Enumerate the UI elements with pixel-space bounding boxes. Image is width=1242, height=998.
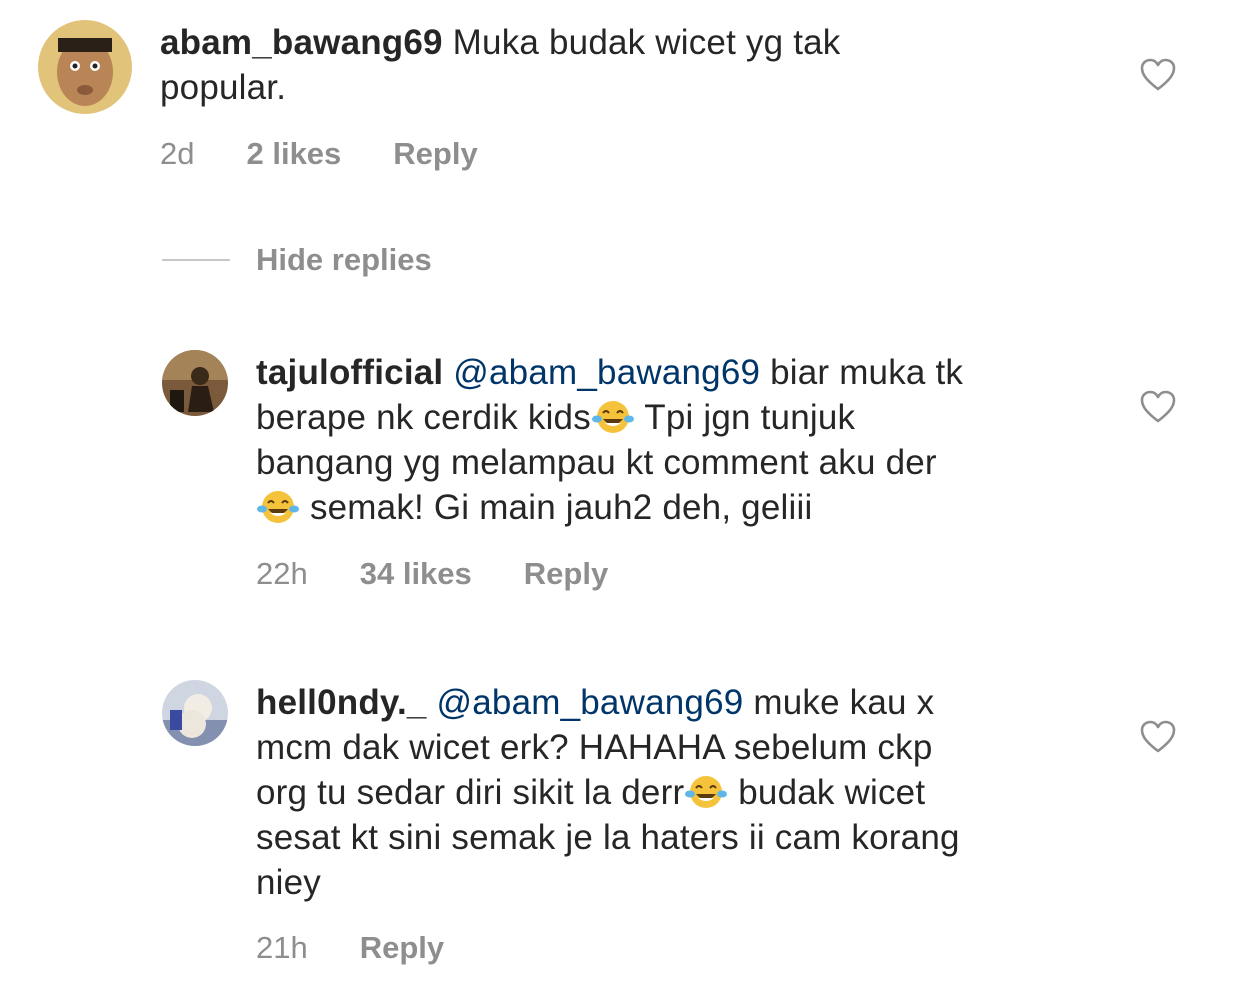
reply-text: budak wicet: [738, 773, 926, 812]
reply-text: sesat kt sini semak je la haters ii cam …: [256, 818, 960, 857]
heart-icon[interactable]: [1140, 720, 1176, 754]
reply-time: 22h: [256, 556, 308, 591]
reply-button[interactable]: Reply: [393, 136, 477, 172]
reply-text: org tu sedar diri sikit la derr: [256, 773, 685, 812]
comment-text-cont: popular.: [160, 68, 287, 107]
reply-text: Tpi jgn tunjuk: [644, 398, 856, 437]
reply-button[interactable]: Reply: [524, 556, 608, 592]
likes-count[interactable]: 34 likes: [360, 556, 472, 592]
mention-link[interactable]: @abam_bawang69: [437, 683, 744, 722]
reply-text: biar muka tk: [770, 353, 964, 392]
reply-button[interactable]: Reply: [360, 930, 444, 966]
mention-link[interactable]: @abam_bawang69: [453, 353, 760, 392]
reply-body: tajulofficial @abam_bawang69 biar muka t…: [256, 350, 1136, 530]
reply-meta: 22h 34 likes Reply: [256, 556, 660, 592]
reply-username[interactable]: hell0ndy._: [256, 683, 427, 722]
reply-text: mcm dak wicet erk? HAHAHA sebelum ckp: [256, 728, 933, 767]
reply-text: semak! Gi main jauh2 deh, geliii: [309, 488, 813, 527]
reply-time: 21h: [256, 930, 308, 965]
avatar[interactable]: [162, 350, 228, 416]
divider-line: [162, 259, 230, 261]
likes-count[interactable]: 2 likes: [246, 136, 341, 172]
reply-text: berape nk cerdik kids: [256, 398, 591, 437]
comment-time: 2d: [160, 136, 195, 171]
face-with-tears-of-joy-icon: [684, 774, 728, 810]
reply-body: hell0ndy._ @abam_bawang69 muke kau x mcm…: [256, 680, 1156, 905]
hide-replies-toggle[interactable]: Hide replies: [162, 242, 432, 278]
heart-icon[interactable]: [1140, 58, 1176, 92]
avatar[interactable]: [38, 20, 132, 114]
face-with-tears-of-joy-icon: [591, 399, 635, 435]
heart-icon[interactable]: [1140, 390, 1176, 424]
comment-text: Muka budak wicet yg tak: [452, 23, 841, 62]
reply-text: niey: [256, 863, 322, 902]
reply-username[interactable]: tajulofficial: [256, 353, 443, 392]
comment-body: abam_bawang69 Muka budak wicet yg tak po…: [160, 20, 1060, 110]
face-with-tears-of-joy-icon: [256, 489, 300, 525]
avatar[interactable]: [162, 680, 228, 746]
reply-text: bangang yg melampau kt comment aku der: [256, 443, 937, 482]
reply-meta: 21h Reply: [256, 930, 496, 966]
reply-text: muke kau x: [753, 683, 935, 722]
comment-meta: 2d 2 likes Reply: [160, 136, 530, 172]
comment-username[interactable]: abam_bawang69: [160, 23, 443, 62]
hide-replies-label[interactable]: Hide replies: [256, 242, 432, 278]
